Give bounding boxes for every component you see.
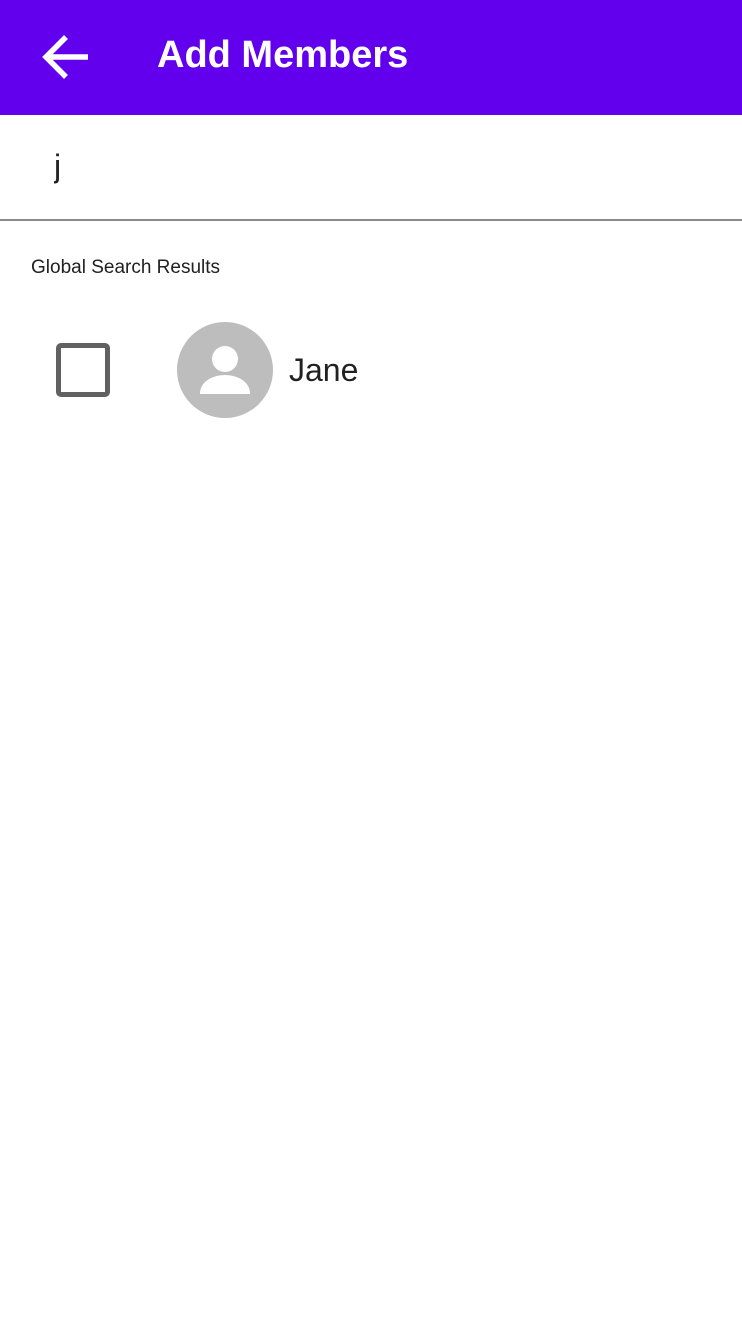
person-icon — [177, 322, 273, 418]
search-bar — [0, 115, 742, 221]
section-title: Global Search Results — [31, 257, 221, 278]
member-name: Jane — [289, 352, 359, 388]
search-input[interactable] — [54, 141, 694, 191]
avatar — [177, 322, 273, 418]
page-title: Add Members — [157, 34, 409, 76]
app-bar: Add Members — [0, 0, 742, 115]
list-item[interactable]: Jane — [0, 306, 742, 434]
arrow-back-icon — [40, 31, 92, 83]
back-button[interactable] — [28, 22, 104, 92]
member-checkbox[interactable] — [56, 343, 110, 397]
